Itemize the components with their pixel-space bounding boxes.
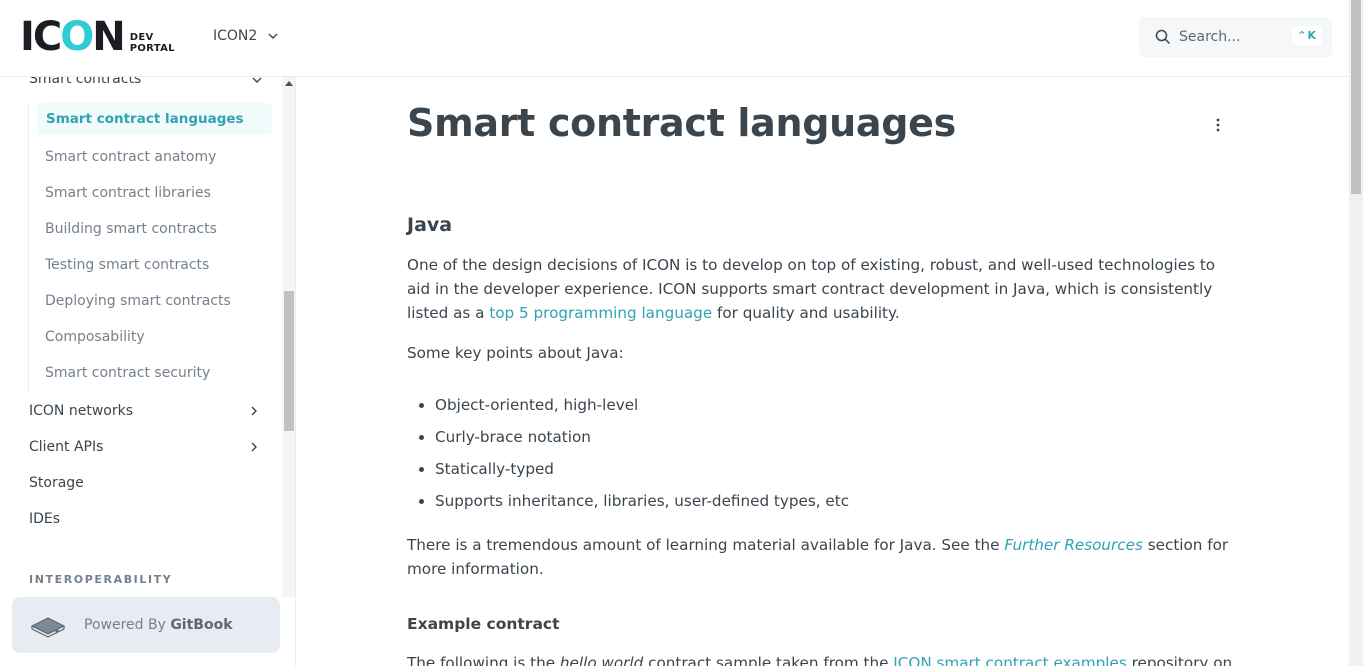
version-selector[interactable]: ICON2 (213, 28, 279, 44)
chevron-right-icon (251, 406, 257, 416)
key-points-intro: Some key points about Java: (407, 344, 624, 362)
example-contract-heading: Example contract (407, 615, 560, 633)
page-scrollbar-thumb[interactable] (1351, 0, 1361, 194)
sidebar-item-deploying-smart-contracts[interactable]: Deploying smart contracts (29, 283, 274, 319)
list-item: Statically-typed (407, 453, 1227, 485)
chevron-down-icon (252, 77, 262, 83)
bullet-icon (419, 402, 424, 408)
powered-by-text: Powered By GitBook (84, 617, 233, 633)
logo-subtitle: DEV PORTAL (129, 32, 175, 54)
further-resources-link[interactable]: Further Resources (1004, 536, 1143, 554)
sidebar-item-testing-smart-contracts[interactable]: Testing smart contracts (29, 247, 274, 283)
sidebar-item-building-smart-contracts[interactable]: Building smart contracts (29, 211, 274, 247)
sidebar-item-composability[interactable]: Composability (29, 319, 274, 355)
bullet-icon (419, 498, 424, 504)
sidebar-item-client-apis[interactable]: Client APIs (29, 437, 269, 457)
sidebar-item-storage[interactable]: Storage (29, 473, 269, 493)
more-options-icon[interactable] (1215, 117, 1221, 133)
list-item: Supports inheritance, libraries, user-de… (407, 485, 1227, 517)
sidebar-item-smart-contract-libraries[interactable]: Smart contract libraries (29, 175, 274, 211)
sidebar-item-icon-networks[interactable]: ICON networks (29, 401, 269, 421)
list-item: Curly-brace notation (407, 421, 1227, 453)
sidebar-item-smart-contracts[interactable]: Smart contracts (29, 77, 269, 91)
main-content: Smart contract languages Java One of the… (297, 77, 1349, 666)
learning-material-paragraph: There is a tremendous amount of learning… (407, 536, 1229, 578)
section-heading-java: Java (407, 214, 453, 236)
list-item: Object-oriented, high-level (407, 389, 1227, 421)
search-box[interactable]: Search... ⌃K (1139, 17, 1332, 57)
smart-contracts-subnav: Smart contract languages Smart contract … (28, 103, 274, 391)
example-contract-paragraph: The following is the hello world contrac… (407, 651, 1237, 666)
sidebar-item-smart-contract-security[interactable]: Smart contract security (29, 355, 274, 391)
sidebar-scrollbar-thumb[interactable] (284, 291, 294, 431)
sidebar-section-interoperability: INTEROPERABILITY (29, 573, 173, 586)
sidebar-item-smart-contract-anatomy[interactable]: Smart contract anatomy (29, 139, 274, 175)
top-5-programming-language-link[interactable]: top 5 programming language (489, 304, 712, 322)
icon-dev-portal-logo[interactable]: ICON DEV PORTAL (20, 16, 175, 58)
sidebar-item-smart-contract-languages[interactable]: Smart contract languages (37, 103, 272, 135)
intro-paragraph: One of the design decisions of ICON is t… (407, 256, 1216, 322)
sidebar-scrollbar[interactable] (282, 77, 295, 597)
search-shortcut-badge: ⌃K (1292, 26, 1322, 45)
sidebar-nav: Smart contracts Smart contract languages… (0, 77, 296, 666)
search-placeholder: Search... (1179, 29, 1241, 45)
gitbook-icon (30, 617, 66, 638)
top-header: ICON DEV PORTAL ICON2 Search... ⌃K (0, 0, 1349, 77)
search-icon (1155, 29, 1171, 45)
scroll-up-arrow-icon[interactable] (285, 81, 293, 86)
bullet-icon (419, 434, 424, 440)
logo-wordmark: ICON (20, 14, 126, 60)
java-key-points-list: Object-oriented, high-level Curly-brace … (407, 389, 1227, 517)
icon-smart-contract-examples-link[interactable]: ICON smart contract examples (893, 654, 1126, 666)
powered-by-gitbook-link[interactable]: Powered By GitBook (12, 597, 280, 653)
page-scrollbar[interactable] (1349, 0, 1363, 666)
page-title: Smart contract languages (407, 101, 956, 145)
bullet-icon (419, 466, 424, 472)
sidebar-item-ides[interactable]: IDEs (29, 509, 269, 529)
chevron-right-icon (251, 442, 257, 452)
version-label: ICON2 (213, 28, 258, 44)
chevron-down-icon (268, 33, 278, 39)
